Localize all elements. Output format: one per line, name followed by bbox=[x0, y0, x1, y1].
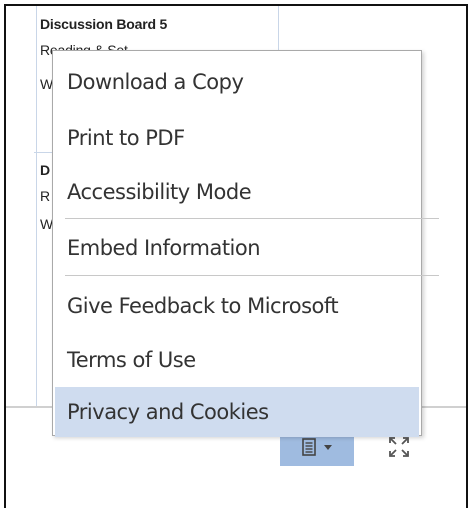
document-page-icon bbox=[302, 438, 316, 456]
menu-item-accessibility-mode[interactable]: Accessibility Mode bbox=[55, 167, 419, 217]
menu-separator bbox=[65, 218, 439, 219]
table-cell-text: R bbox=[40, 188, 50, 204]
viewer-frame: Discussion Board 5 Reading & Set W D R W bbox=[4, 4, 468, 508]
menu-item-download-copy[interactable]: Download a Copy bbox=[55, 57, 419, 107]
caret-down-icon bbox=[324, 444, 332, 450]
menu-item-embed-information[interactable]: Embed Information bbox=[55, 223, 419, 273]
table-gridline bbox=[36, 6, 37, 406]
fullscreen-icon bbox=[389, 437, 409, 457]
menu-separator bbox=[65, 275, 439, 276]
menu-item-give-feedback[interactable]: Give Feedback to Microsoft bbox=[55, 281, 419, 331]
menu-item-terms-of-use[interactable]: Terms of Use bbox=[55, 335, 419, 385]
menu-item-print-pdf[interactable]: Print to PDF bbox=[55, 113, 419, 163]
menu-item-privacy-cookies[interactable]: Privacy and Cookies bbox=[55, 387, 419, 437]
table-cell-title: Discussion Board 5 bbox=[40, 16, 168, 32]
view-options-menu: Download a Copy Print to PDF Accessibili… bbox=[52, 50, 439, 437]
table-cell-title: D bbox=[40, 162, 50, 178]
